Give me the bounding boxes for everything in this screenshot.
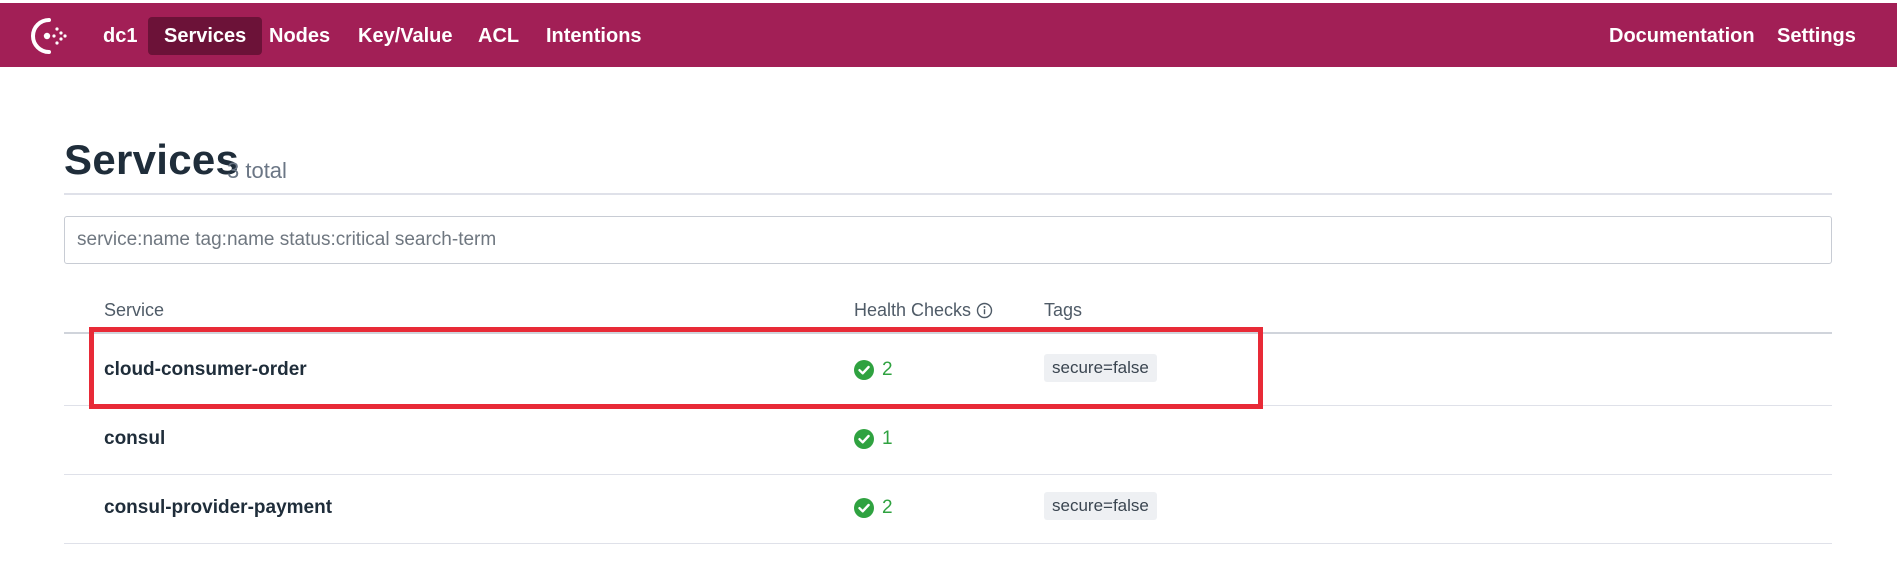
- health-check-count: 2: [882, 359, 893, 380]
- table-row[interactable]: consul 1: [64, 406, 1832, 474]
- nav-intentions[interactable]: Intentions: [530, 17, 658, 55]
- page-title: Services: [64, 136, 240, 183]
- info-icon[interactable]: [976, 302, 993, 319]
- table-header-divider: [64, 332, 1832, 334]
- service-name[interactable]: consul: [104, 428, 165, 450]
- column-header-tags: Tags: [1044, 300, 1083, 320]
- nav-acl[interactable]: ACL: [462, 17, 535, 55]
- service-name[interactable]: consul-provider-payment: [104, 497, 332, 519]
- health-check-count: 1: [882, 428, 893, 449]
- health-checks: 2: [854, 359, 893, 381]
- health-checks: 2: [854, 497, 893, 519]
- top-nav-bar: dc1 Services Nodes Key/Value ACL Intenti…: [0, 3, 1897, 67]
- column-header-health: Health Checks: [854, 300, 993, 321]
- column-header-health-label: Health Checks: [854, 300, 972, 320]
- consul-logo-icon[interactable]: [30, 17, 68, 55]
- table-row[interactable]: cloud-consumer-order 2 secure=false: [64, 337, 1832, 405]
- nav-services[interactable]: Services: [148, 17, 263, 55]
- service-tag: secure=false: [1044, 492, 1157, 520]
- nav-nodes[interactable]: Nodes: [253, 17, 346, 55]
- nav-documentation[interactable]: Documentation: [1593, 17, 1771, 55]
- service-name[interactable]: cloud-consumer-order: [104, 359, 307, 381]
- search-input[interactable]: [64, 216, 1832, 264]
- health-checks: 1: [854, 428, 893, 450]
- health-check-count: 2: [882, 497, 893, 518]
- nav-key-value[interactable]: Key/Value: [342, 17, 469, 55]
- check-circle-icon: [854, 360, 874, 380]
- column-header-service: Service: [104, 300, 165, 320]
- check-circle-icon: [854, 498, 874, 518]
- row-divider: [64, 543, 1832, 544]
- services-count: 3 total: [227, 158, 287, 183]
- check-circle-icon: [854, 429, 874, 449]
- nav-settings[interactable]: Settings: [1761, 17, 1872, 55]
- service-tag: secure=false: [1044, 354, 1157, 382]
- table-row[interactable]: consul-provider-payment 2 secure=false: [64, 475, 1832, 543]
- header-divider: [64, 193, 1832, 195]
- datacenter-selector[interactable]: dc1: [87, 17, 153, 55]
